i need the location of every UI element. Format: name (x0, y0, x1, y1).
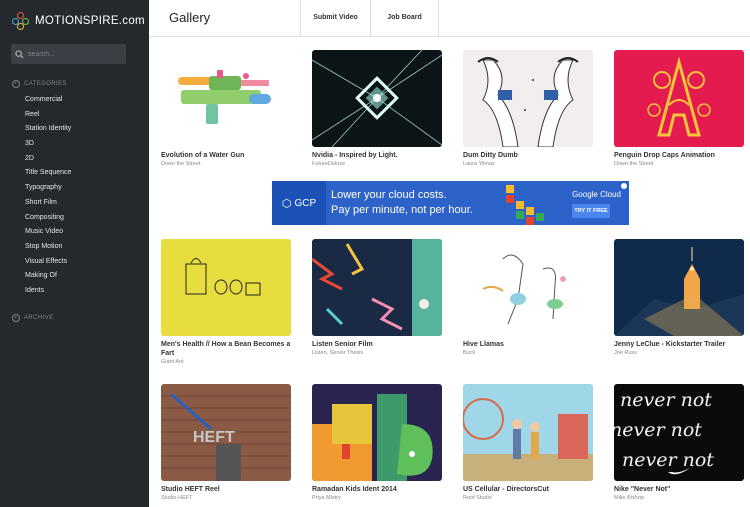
category-link-reel[interactable]: Reel (25, 110, 71, 125)
category-link-typography[interactable]: Typography (25, 183, 71, 198)
search-icon (15, 49, 24, 59)
archive-label: ARCHIVE (24, 315, 54, 321)
gallery-item[interactable]: Ramadan Kids Ident 2014 Priya Mistry (312, 384, 442, 502)
gallery-item[interactable]: Nvidia - Inspired by Light. FutureDeluxe (312, 50, 442, 168)
video-thumbnail[interactable] (463, 384, 593, 481)
category-link-station-identity[interactable]: Station Identity (25, 124, 71, 139)
video-title[interactable]: Dum Ditty Dumb (463, 151, 593, 160)
gallery-item[interactable]: US Cellular - DirectorsCut Roof Studio (463, 384, 593, 502)
category-link-short-film[interactable]: Short Film (25, 198, 71, 213)
page-title: Gallery (169, 10, 211, 25)
thumbnail-text: never not (620, 389, 712, 411)
video-author[interactable]: Joe Russ (614, 350, 744, 357)
video-thumbnail[interactable] (312, 50, 442, 147)
video-thumbnail[interactable] (161, 239, 291, 336)
gallery-item[interactable]: never not never not never not Nike "Neve… (614, 384, 744, 502)
video-title[interactable]: Studio HEFT Reel (161, 485, 291, 494)
ad-cta-button[interactable]: TRY IT FREE (572, 204, 610, 218)
video-title[interactable]: Ramadan Kids Ident 2014 (312, 485, 442, 494)
video-author[interactable]: Down the Street (161, 161, 291, 168)
gallery-item[interactable]: Listen Senior Film Listen, Senior Thesis (312, 239, 442, 357)
category-link-idents[interactable]: Idents (25, 286, 71, 301)
video-thumbnail[interactable] (614, 239, 744, 336)
category-link-music-video[interactable]: Music Video (25, 227, 71, 242)
thumbnail-text: never not (614, 419, 702, 441)
video-title[interactable]: Evolution of a Water Gun (161, 151, 291, 160)
gallery-item[interactable]: Dum Ditty Dumb Laura Yilmaz (463, 50, 593, 168)
archive-header[interactable]: ARCHIVE (12, 314, 53, 322)
ad-headline: Lower your cloud costs. (331, 189, 447, 201)
video-author[interactable]: FutureDeluxe (312, 161, 442, 168)
ad-blocks-graphic (506, 185, 544, 225)
video-author[interactable]: Mike Bishop (614, 495, 744, 502)
video-author[interactable]: Priya Mistry (312, 495, 442, 502)
video-thumbnail[interactable] (463, 50, 593, 147)
thumbnail-text: HEFT (193, 429, 235, 446)
expand-icon (12, 314, 20, 322)
sidebar: MOTIONSPIRE.com CATEGORIES Commercial Re… (0, 0, 149, 507)
gallery-item[interactable]: Penguin Drop Caps Animation Down the Str… (614, 50, 744, 168)
video-thumbnail[interactable]: HEFT (161, 384, 291, 481)
video-thumbnail[interactable] (312, 384, 442, 481)
expand-icon (12, 80, 20, 88)
logo-text: MOTIONSPIRE.com (35, 15, 145, 27)
logo[interactable]: MOTIONSPIRE.com (12, 12, 145, 30)
category-link-compositing[interactable]: Compositing (25, 213, 71, 228)
tab-submit-video[interactable]: Submit Video (300, 0, 370, 36)
video-title[interactable]: Penguin Drop Caps Animation (614, 151, 744, 160)
ad-brand-short: GCP (294, 197, 317, 209)
category-link-making-of[interactable]: Making Of (25, 271, 71, 286)
category-link-commercial[interactable]: Commercial (25, 95, 71, 110)
category-link-visual-effects[interactable]: Visual Effects (25, 257, 71, 272)
video-title[interactable]: Men's Health // How a Bean Becomes a Far… (161, 340, 291, 358)
video-title[interactable]: US Cellular - DirectorsCut (463, 485, 593, 494)
video-thumbnail[interactable] (614, 50, 744, 147)
gallery-item[interactable]: Jenny LeClue - Kickstarter Trailer Joe R… (614, 239, 744, 357)
video-author[interactable]: Buck (463, 350, 593, 357)
category-list: Commercial Reel Station Identity 3D 2D T… (25, 95, 71, 301)
video-author[interactable]: Studio HEFT (161, 495, 291, 502)
logo-icon (12, 12, 30, 30)
search-input[interactable] (28, 50, 123, 58)
gallery-item[interactable]: Hive Llamas Buck (463, 239, 593, 357)
video-thumbnail[interactable]: never not never not never not (614, 384, 744, 481)
video-title[interactable]: Nike "Never Not" (614, 485, 744, 494)
category-link-3d[interactable]: 3D (25, 139, 71, 154)
gallery-item[interactable]: Evolution of a Water Gun Down the Street (161, 50, 291, 168)
top-bar: Gallery Submit Video Job Board (149, 0, 750, 37)
video-thumbnail[interactable] (312, 239, 442, 336)
video-thumbnail[interactable] (463, 239, 593, 336)
video-title[interactable]: Listen Senior Film (312, 340, 442, 349)
ad-subheadline: Pay per minute, not per hour. (331, 204, 473, 216)
category-link-2d[interactable]: 2D (25, 154, 71, 169)
category-link-title-sequence[interactable]: Title Sequence (25, 168, 71, 183)
cloud-icon: ⬡ (281, 197, 292, 210)
video-title[interactable]: Hive Llamas (463, 340, 593, 349)
video-author[interactable]: Listen, Senior Thesis (312, 350, 442, 357)
ad-brand: Google Cloud (572, 190, 621, 199)
ad-banner[interactable]: ⬡ GCP Lower your cloud costs. Pay per mi… (272, 181, 629, 225)
category-link-stop-motion[interactable]: Stop Motion (25, 242, 71, 257)
ad-logo: ⬡ GCP (272, 181, 326, 225)
gallery-item[interactable]: HEFT Studio HEFT Reel Studio HEFT (161, 384, 291, 502)
video-title[interactable]: Jenny LeClue - Kickstarter Trailer (614, 340, 744, 349)
categories-header[interactable]: CATEGORIES (12, 80, 67, 88)
video-author[interactable]: Down the Street (614, 161, 744, 168)
categories-label: CATEGORIES (24, 81, 67, 87)
ad-info-icon[interactable] (621, 183, 627, 189)
gallery-item[interactable]: Men's Health // How a Bean Becomes a Far… (161, 239, 291, 366)
video-author[interactable]: Laura Yilmaz (463, 161, 593, 168)
video-author[interactable]: Giant Ant (161, 359, 291, 366)
search-box[interactable] (11, 44, 126, 64)
video-thumbnail[interactable] (161, 50, 291, 147)
video-title[interactable]: Nvidia - Inspired by Light. (312, 151, 442, 160)
tab-job-board[interactable]: Job Board (370, 0, 439, 36)
video-author[interactable]: Roof Studio (463, 495, 593, 502)
thumbnail-text: never not (622, 449, 714, 471)
